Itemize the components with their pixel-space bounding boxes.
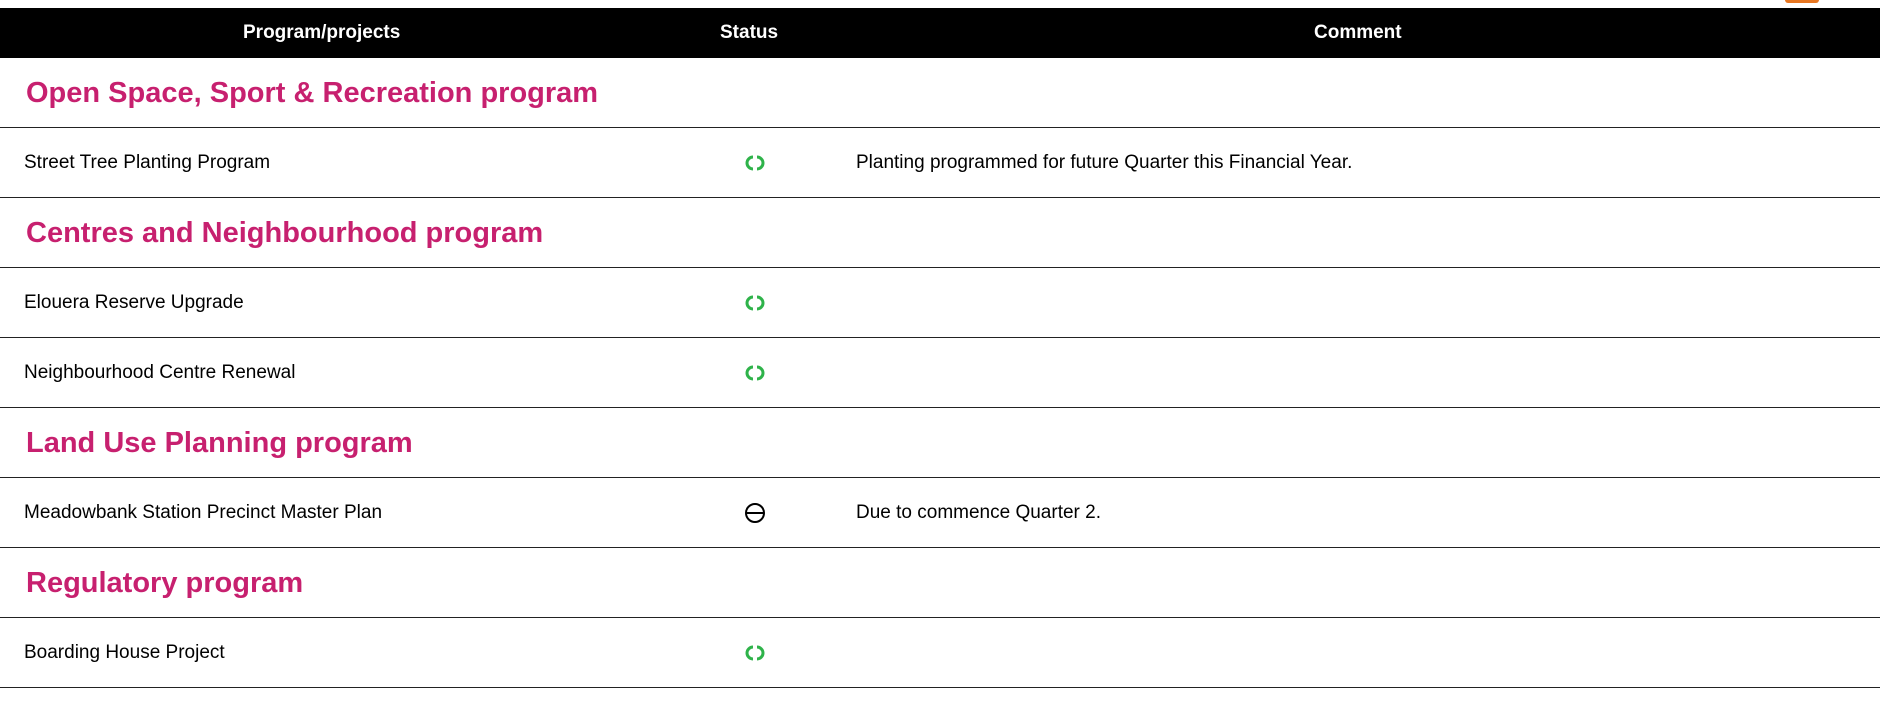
section-title: Land Use Planning program	[26, 427, 413, 459]
column-header-program: Program/projects	[243, 22, 401, 43]
on-track-icon	[744, 642, 766, 664]
table-row: Street Tree Planting Program Planting pro…	[0, 128, 1880, 198]
section-row: Land Use Planning program	[0, 408, 1880, 478]
section-title: Regulatory program	[26, 567, 304, 599]
project-name: Street Tree Planting Program	[24, 152, 271, 173]
section-row: Regulatory program	[0, 548, 1880, 618]
column-header-status: Status	[720, 22, 779, 43]
table-header: Program/projects Status Comment	[0, 8, 1880, 58]
section-title: Centres and Neighbourhood program	[26, 217, 544, 249]
project-name: Neighbourhood Centre Renewal	[24, 362, 296, 383]
section-title: Open Space, Sport & Recreation program	[26, 77, 599, 109]
project-name: Meadowbank Station Precinct Master Plan	[24, 502, 383, 523]
table-row: Boarding House Project	[0, 618, 1880, 688]
cropped-top-strip	[0, 0, 1880, 8]
on-track-icon	[744, 362, 766, 384]
table-body: Open Space, Sport & Recreation program St…	[0, 58, 1880, 688]
cropped-accent-mark	[1785, 0, 1819, 3]
project-name: Boarding House Project	[24, 642, 225, 663]
on-track-icon	[744, 292, 766, 314]
project-comment: Planting programmed for future Quarter t…	[856, 152, 1353, 173]
table-row: Neighbourhood Centre Renewal	[0, 338, 1880, 408]
table-row: Elouera Reserve Upgrade	[0, 268, 1880, 338]
not-started-icon	[744, 502, 766, 524]
column-header-comment: Comment	[1314, 22, 1402, 43]
section-row: Centres and Neighbourhood program	[0, 198, 1880, 268]
table-row: Meadowbank Station Precinct Master Plan D…	[0, 478, 1880, 548]
project-comment: Due to commence Quarter 2.	[856, 502, 1101, 523]
project-name: Elouera Reserve Upgrade	[24, 292, 244, 313]
on-track-icon	[744, 152, 766, 174]
section-row: Open Space, Sport & Recreation program	[0, 58, 1880, 128]
